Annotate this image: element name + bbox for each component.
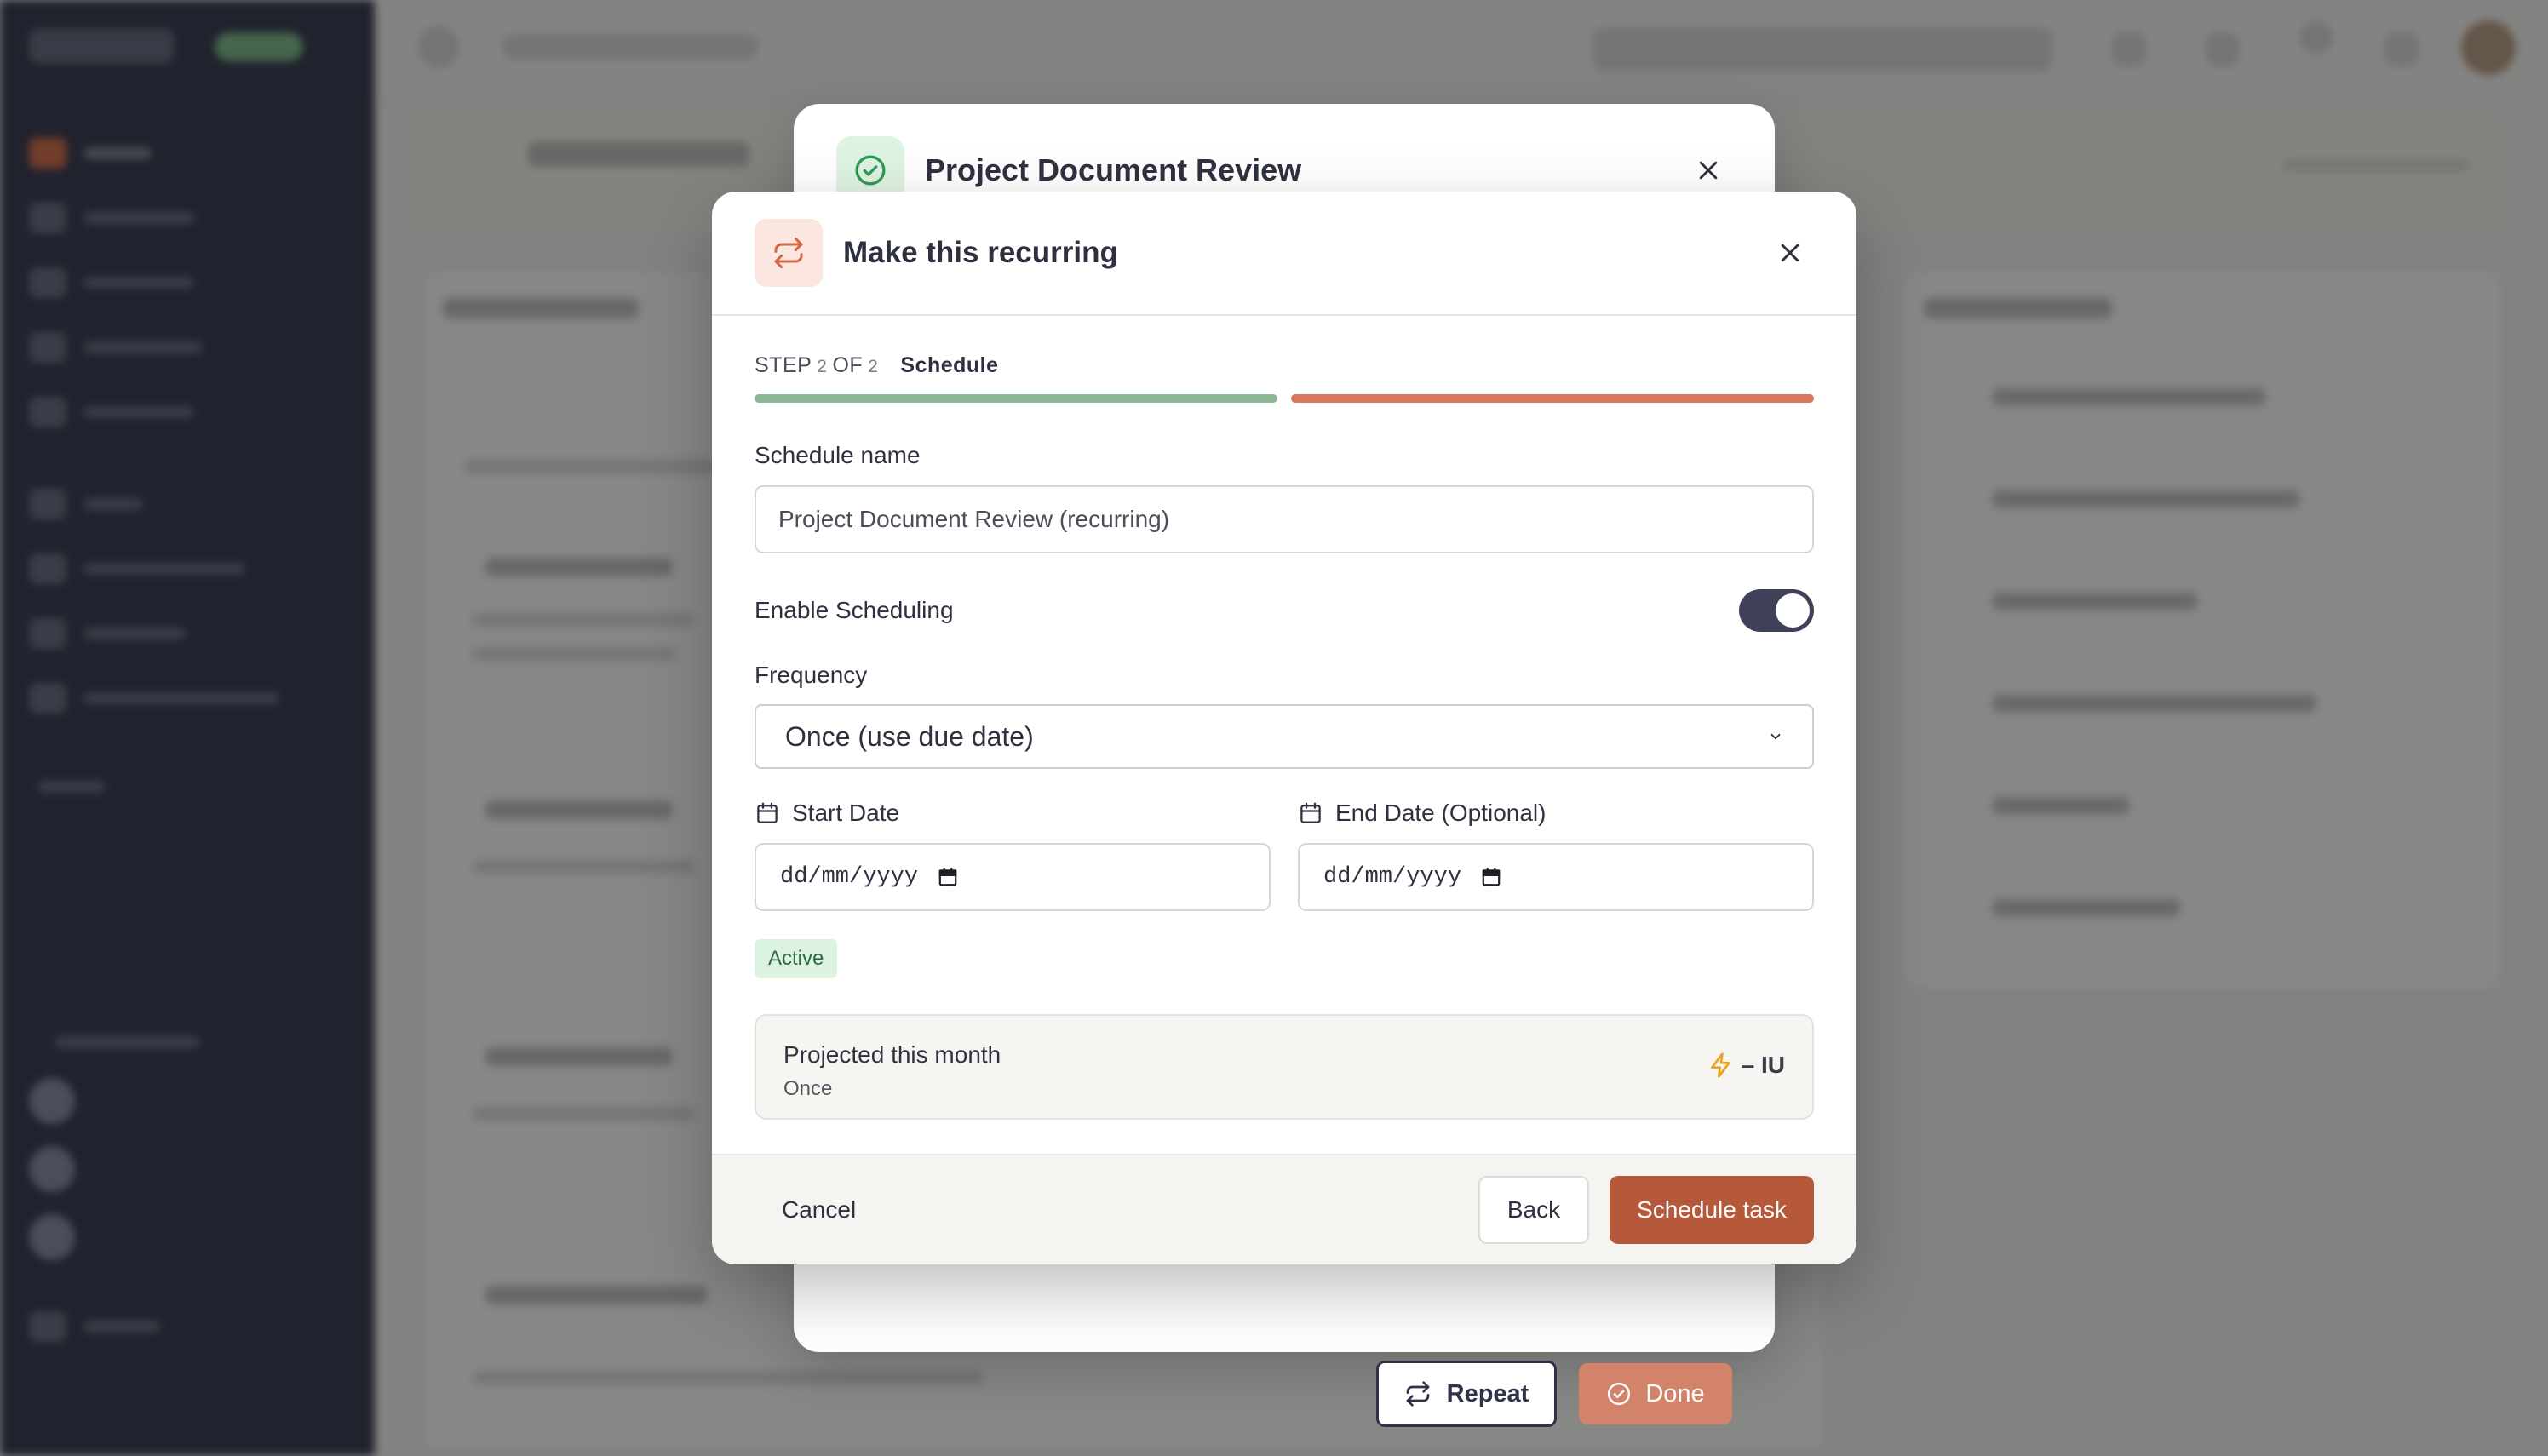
step-current: 2 [817, 357, 828, 376]
step-prefix: STEP [755, 353, 812, 377]
status-badge: Active [755, 939, 838, 978]
schedule-task-button[interactable]: Schedule task [1610, 1176, 1814, 1244]
end-date-label: End Date (Optional) [1298, 800, 1546, 827]
end-date-placeholder: dd/mm/yyyy [1323, 864, 1462, 890]
enable-scheduling-label: Enable Scheduling [755, 597, 954, 623]
back-button[interactable]: Back [1478, 1176, 1589, 1244]
toggle-knob [1776, 593, 1810, 628]
done-button[interactable]: Done [1579, 1363, 1732, 1424]
modal-title: Make this recurring [843, 236, 1118, 269]
task-detail-footer: Repeat Done [1376, 1361, 1732, 1427]
progress-segment-1 [755, 394, 1277, 403]
check-circle-icon [1608, 1382, 1631, 1406]
modal-header: Make this recurring [712, 192, 1856, 316]
calendar-picker-icon[interactable] [1480, 866, 1502, 888]
end-date-input[interactable]: dd/mm/yyyy [1298, 843, 1814, 911]
frequency-value: Once (use due date) [785, 720, 1034, 752]
close-icon[interactable] [1684, 146, 1732, 194]
enable-scheduling-toggle[interactable] [1739, 589, 1814, 632]
frequency-label: Frequency [755, 662, 868, 688]
lightning-icon [1710, 1052, 1730, 1078]
modal-footer: Cancel Back Schedule task [712, 1154, 1856, 1264]
end-date-label-text: End Date (Optional) [1335, 800, 1547, 826]
step-of: OF [832, 353, 864, 377]
step-progress [755, 394, 1814, 403]
projection-value-text: – IU [1741, 1052, 1785, 1078]
schedule-name-label: Schedule name [755, 442, 921, 468]
start-date-label-text: Start Date [792, 800, 900, 826]
progress-segment-2 [1291, 394, 1814, 403]
projection-subtitle: Once [783, 1077, 833, 1100]
repeat-icon [755, 219, 823, 287]
repeat-label: Repeat [1446, 1379, 1529, 1407]
projection-card: Projected this month Once – IU [755, 1014, 1814, 1120]
close-icon[interactable] [1766, 229, 1814, 277]
repeat-button[interactable]: Repeat [1376, 1361, 1557, 1427]
start-date-input[interactable]: dd/mm/yyyy [755, 843, 1271, 911]
chevron-down-icon [1770, 733, 1781, 740]
cancel-button[interactable]: Cancel [755, 1176, 883, 1244]
recurring-modal: Make this recurring STEP 2 OF 2 Schedule… [712, 192, 1856, 1264]
projection-value: – IU [1707, 1052, 1785, 1079]
done-label: Done [1645, 1379, 1705, 1407]
step-name: Schedule [900, 353, 999, 377]
start-date-placeholder: dd/mm/yyyy [780, 864, 919, 890]
projection-title: Projected this month [783, 1041, 1001, 1068]
step-indicator: STEP 2 OF 2 Schedule [755, 353, 999, 378]
task-title: Project Document Review [925, 152, 1302, 187]
calendar-icon [757, 802, 778, 823]
repeat-icon [1406, 1381, 1429, 1407]
calendar-icon [1300, 802, 1321, 823]
calendar-picker-icon[interactable] [937, 866, 959, 888]
schedule-name-input[interactable]: Project Document Review (recurring) [755, 485, 1814, 553]
frequency-select[interactable]: Once (use due date) [755, 704, 1814, 769]
step-total: 2 [868, 357, 879, 376]
start-date-label: Start Date [755, 800, 899, 827]
